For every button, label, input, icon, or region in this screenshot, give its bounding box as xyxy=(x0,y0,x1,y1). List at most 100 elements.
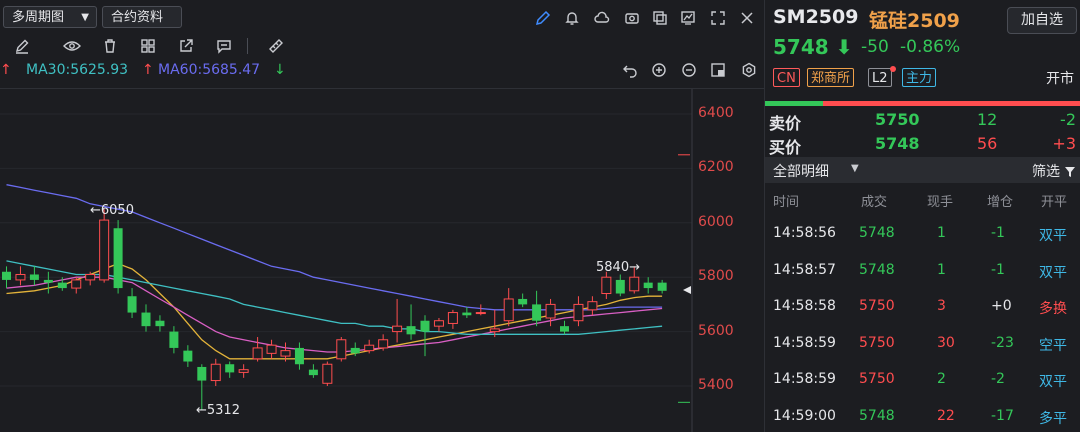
candle-body xyxy=(85,273,96,281)
ma30-label: MA30:5625.93 xyxy=(26,62,129,78)
contract-info-button[interactable]: 合约资料 xyxy=(102,6,182,28)
tag-exchange: 郑商所 xyxy=(807,68,855,87)
trade-time: 14:59:00 xyxy=(773,407,836,424)
candle-body xyxy=(57,282,67,289)
candle-body xyxy=(518,298,528,305)
current-price-marker xyxy=(683,286,691,294)
candle xyxy=(573,296,584,327)
candle xyxy=(336,337,347,362)
detail-header-bar[interactable]: 全部明细 ▼ 筛选 xyxy=(765,157,1080,183)
trade-time: 14:58:59 xyxy=(773,371,836,387)
trade-row[interactable]: 14:58:59 5750 30 -23 空平 xyxy=(765,335,1080,371)
candle-body xyxy=(601,276,612,295)
candle xyxy=(475,304,486,316)
trade-type: 多平 xyxy=(1039,410,1067,427)
ruler-icon[interactable] xyxy=(266,36,286,56)
chart-layout-icon[interactable] xyxy=(708,60,728,80)
candle-body xyxy=(433,320,444,327)
trade-volume: 1 xyxy=(937,225,946,241)
candle xyxy=(406,304,416,340)
layers-icon[interactable] xyxy=(138,36,158,56)
trade-time: 14:58:59 xyxy=(773,334,836,351)
candle-body xyxy=(447,312,458,324)
trade-type: 双平 xyxy=(1039,228,1067,244)
trade-price: 5748 xyxy=(859,225,895,241)
candle-body xyxy=(364,344,375,352)
filter-funnel-icon[interactable] xyxy=(1064,163,1076,182)
candle-body xyxy=(545,303,556,319)
detail-title: 全部明细 xyxy=(773,164,829,180)
candle-body xyxy=(587,301,598,311)
undo-icon[interactable] xyxy=(620,60,640,80)
zoom-in-icon[interactable] xyxy=(649,60,669,80)
trade-time: 14:58:57 xyxy=(773,261,836,278)
arrow-up-icon: ↑ xyxy=(142,62,154,78)
trade-row[interactable]: 14:59:00 5748 22 -17 多平 xyxy=(765,408,1080,432)
bid-change: +3 xyxy=(1052,134,1076,153)
fullscreen-icon[interactable] xyxy=(708,8,728,28)
eye-icon[interactable] xyxy=(62,36,82,56)
trade-volume: 22 xyxy=(937,407,955,424)
candle xyxy=(615,274,625,297)
candle-body xyxy=(657,282,667,291)
candle xyxy=(141,304,151,332)
candle-body xyxy=(308,369,318,376)
draw-pen-icon[interactable] xyxy=(533,8,553,28)
edit-pencil-icon[interactable] xyxy=(12,36,32,56)
copy-window-icon[interactable] xyxy=(650,8,670,28)
candle-body xyxy=(378,339,389,349)
trade-oi-change: -1 xyxy=(991,225,1005,241)
candle-body xyxy=(183,350,193,362)
arrow-down-icon: ↓ xyxy=(274,62,286,78)
bid-label: 买价 xyxy=(769,138,802,157)
candle xyxy=(532,290,542,327)
trade-row[interactable]: 14:58:59 5750 2 -2 双平 xyxy=(765,371,1080,407)
trash-icon[interactable] xyxy=(100,36,120,56)
ask-volume: 12 xyxy=(977,110,998,129)
trade-price: 5750 xyxy=(859,298,895,314)
candle xyxy=(587,296,598,316)
settings-gear-icon[interactable] xyxy=(739,60,759,80)
trade-row[interactable]: 14:58:58 5750 3 +0 多换 xyxy=(765,298,1080,334)
candle xyxy=(169,326,179,354)
zoom-out-icon[interactable] xyxy=(679,60,699,80)
l2-dot-badge xyxy=(890,66,896,72)
candle-body xyxy=(29,274,39,280)
candle xyxy=(210,358,221,386)
trade-row[interactable]: 14:58:57 5748 1 -1 双平 xyxy=(765,262,1080,298)
recent-high-annotation: 5840→ xyxy=(596,260,640,275)
comment-icon[interactable] xyxy=(214,36,234,56)
ma60-label: MA60:5685.47 xyxy=(158,62,261,78)
chart-panel: 多周期图 ▼ 合约资料 ↑ MA30:5625.93 ↑ MA60:5685.4… xyxy=(0,0,764,432)
camera-icon[interactable] xyxy=(622,8,642,28)
chevron-down-icon: ▼ xyxy=(851,163,859,174)
candle xyxy=(155,315,165,332)
close-icon[interactable] xyxy=(737,8,757,28)
candle xyxy=(392,298,403,343)
market-status: 开市 xyxy=(1046,71,1074,87)
external-link-icon[interactable] xyxy=(176,36,196,56)
col-header-price: 成交 xyxy=(861,195,888,210)
candle xyxy=(322,361,333,386)
alarm-bell-icon[interactable] xyxy=(562,8,582,28)
trade-volume: 30 xyxy=(937,334,955,351)
candle-body xyxy=(15,273,26,281)
filter-label[interactable]: 筛选 xyxy=(1032,161,1060,181)
tag-cn: CN xyxy=(773,68,800,87)
candle xyxy=(15,266,26,286)
cloud-icon[interactable] xyxy=(592,8,612,28)
candle-body xyxy=(155,320,165,327)
period-dropdown[interactable]: 多周期图 ▼ xyxy=(3,6,97,28)
chevron-down-icon: ▼ xyxy=(81,12,89,23)
high-price-annotation: ←6050 xyxy=(90,203,134,218)
add-watchlist-button[interactable]: 加自选 xyxy=(1007,7,1077,34)
trade-oi-change: -17 xyxy=(991,407,1014,424)
candle-body xyxy=(2,271,11,280)
candle xyxy=(503,288,514,327)
candle-body xyxy=(350,347,360,354)
trade-row[interactable]: 14:58:56 5748 1 -1 双平 xyxy=(765,225,1080,261)
candle xyxy=(71,277,82,294)
y-tick-label: 6400 xyxy=(698,105,734,121)
candlestick-chart[interactable] xyxy=(0,89,764,432)
monitor-chart-icon[interactable] xyxy=(678,8,698,28)
